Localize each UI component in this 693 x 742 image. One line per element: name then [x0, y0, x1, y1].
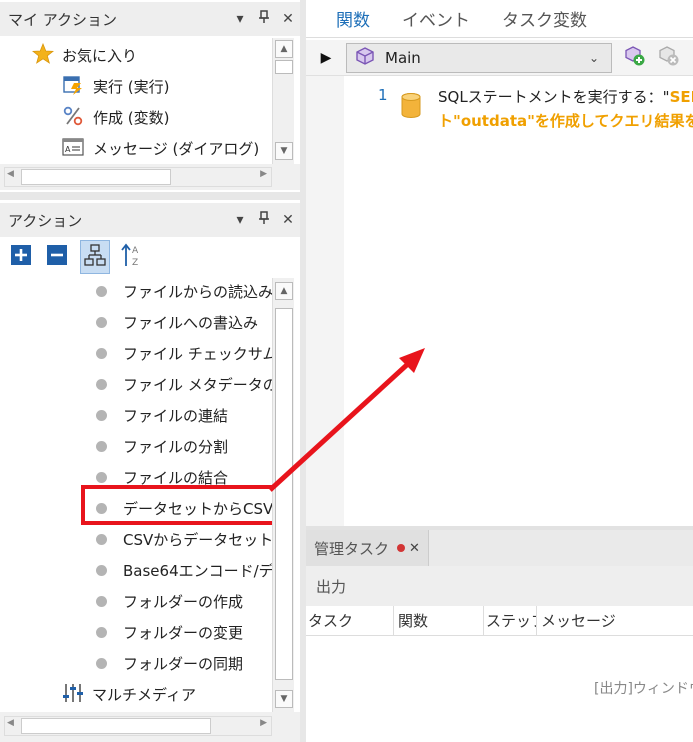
modified-dot-icon — [397, 544, 406, 552]
output-title: 出力 — [306, 566, 693, 606]
column-header-function[interactable]: 関数 — [394, 605, 484, 636]
column-header-task[interactable]: タスク — [306, 605, 394, 636]
tab-managed-tasks[interactable]: 管理タスク ✕ — [306, 530, 429, 566]
bottom-tab-strip: 管理タスク ✕ — [306, 530, 693, 566]
output-panel: 出力 タスク 関数 ステップ メッセージ [出力]ウィンドウ — [306, 566, 693, 742]
column-header-message[interactable]: メッセージ — [537, 606, 616, 636]
output-table-header: タスク 関数 ステップ メッセージ — [306, 605, 693, 636]
close-icon[interactable]: ✕ — [409, 541, 420, 556]
tab-label: 管理タスク — [314, 539, 390, 558]
column-header-step[interactable]: ステップ — [484, 605, 537, 636]
output-placeholder: [出力]ウィンドウ — [594, 681, 693, 697]
